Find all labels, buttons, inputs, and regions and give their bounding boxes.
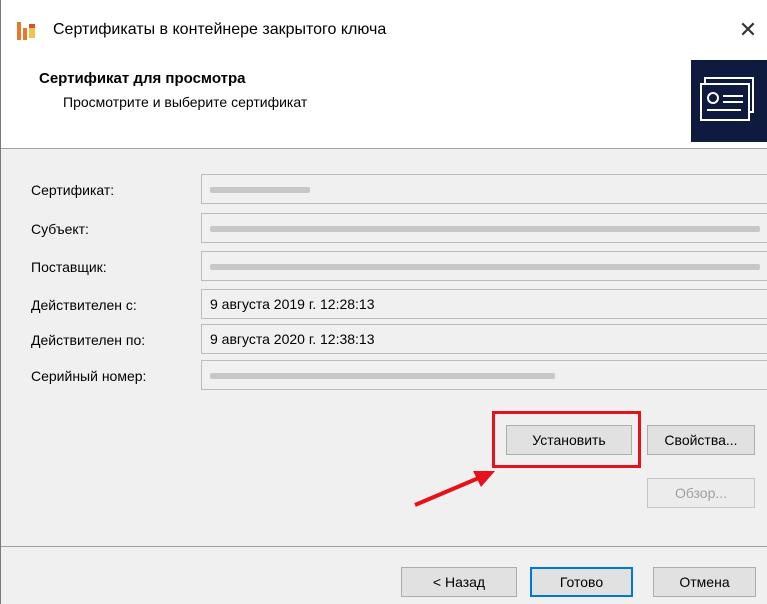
field-label-issuer: Поставщик: bbox=[31, 259, 107, 275]
footer-separator bbox=[1, 546, 767, 547]
cancel-button[interactable]: Отмена bbox=[653, 567, 756, 597]
field-label-certificate: Сертификат: bbox=[31, 182, 115, 198]
field-value-valid-to[interactable]: 9 августа 2020 г. 12:38:13 bbox=[201, 324, 767, 354]
field-label-valid-from: Действителен с: bbox=[31, 297, 137, 313]
field-label-subject: Субъект: bbox=[31, 221, 89, 237]
field-value-issuer[interactable] bbox=[201, 251, 767, 281]
field-value-subject[interactable] bbox=[201, 213, 767, 243]
properties-button[interactable]: Свойства... bbox=[647, 425, 755, 455]
header-title: Сертификат для просмотра bbox=[39, 70, 246, 87]
title-bar: Сертификаты в контейнере закрытого ключа… bbox=[1, 0, 767, 58]
header-subtitle: Просмотрите и выберите сертификат bbox=[63, 94, 308, 110]
redacted-text bbox=[210, 187, 310, 194]
cryptopro-app-icon bbox=[17, 22, 35, 40]
field-value-serial[interactable] bbox=[201, 360, 767, 390]
red-arrow-annotation bbox=[414, 471, 495, 507]
certificate-banner-icon bbox=[691, 60, 767, 142]
wizard-header: Сертификат для просмотра Просмотрите и в… bbox=[1, 58, 767, 149]
redacted-text bbox=[210, 226, 760, 233]
back-button[interactable]: < Назад bbox=[401, 567, 517, 597]
browse-button[interactable]: Обзор... bbox=[647, 478, 755, 508]
dialog-window: Сертификаты в контейнере закрытого ключа… bbox=[0, 0, 767, 604]
window-title: Сертификаты в контейнере закрытого ключа bbox=[53, 21, 387, 38]
field-value-certificate[interactable] bbox=[201, 174, 767, 204]
field-label-valid-to: Действителен по: bbox=[31, 332, 146, 348]
finish-button[interactable]: Готово bbox=[530, 567, 633, 597]
close-icon[interactable]: ✕ bbox=[728, 14, 767, 46]
redacted-text bbox=[210, 264, 760, 271]
highlight-box bbox=[492, 411, 641, 468]
redacted-text bbox=[210, 373, 555, 380]
field-value-valid-from[interactable]: 9 августа 2019 г. 12:28:13 bbox=[201, 289, 767, 319]
field-label-serial: Серийный номер: bbox=[31, 368, 147, 384]
